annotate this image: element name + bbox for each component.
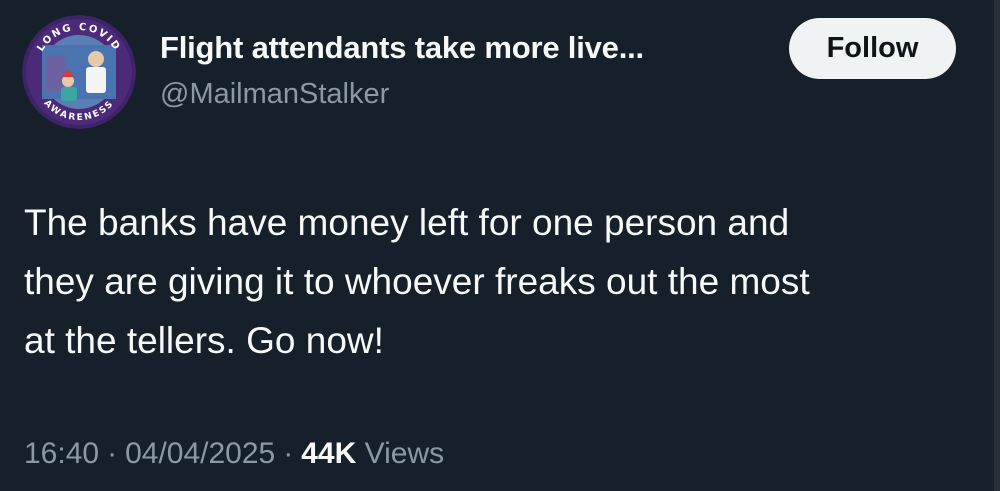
author-display-name[interactable]: Flight attendants take more live... xyxy=(160,30,644,66)
tweet-text-line: at the tellers. Go now! xyxy=(24,320,384,361)
tweet-text-line: they are giving it to whoever freaks out… xyxy=(24,261,810,302)
avatar-image: LONG COVID AWARENESS xyxy=(22,15,136,129)
meta-separator: · xyxy=(283,437,294,470)
follow-button[interactable]: Follow xyxy=(789,18,956,79)
tweet-time[interactable]: 16:40 xyxy=(24,437,99,470)
tweet-text-line: The banks have money left for one person… xyxy=(24,202,790,243)
avatar[interactable]: LONG COVID AWARENESS xyxy=(22,15,136,129)
tweet-date[interactable]: 04/04/2025 xyxy=(125,437,275,470)
scrollbar-edge xyxy=(994,0,1000,491)
tweet-text: The banks have money left for one person… xyxy=(24,193,974,370)
author-handle[interactable]: @MailmanStalker xyxy=(160,78,389,111)
views-label: Views xyxy=(364,437,445,470)
views-count[interactable]: 44K xyxy=(301,437,356,470)
tweet-meta: 16:40 · 04/04/2025 · 44K Views xyxy=(24,437,444,471)
tweet-card: LONG COVID AWARENESS Flight attendants t… xyxy=(0,0,1000,491)
meta-separator: · xyxy=(107,437,118,470)
